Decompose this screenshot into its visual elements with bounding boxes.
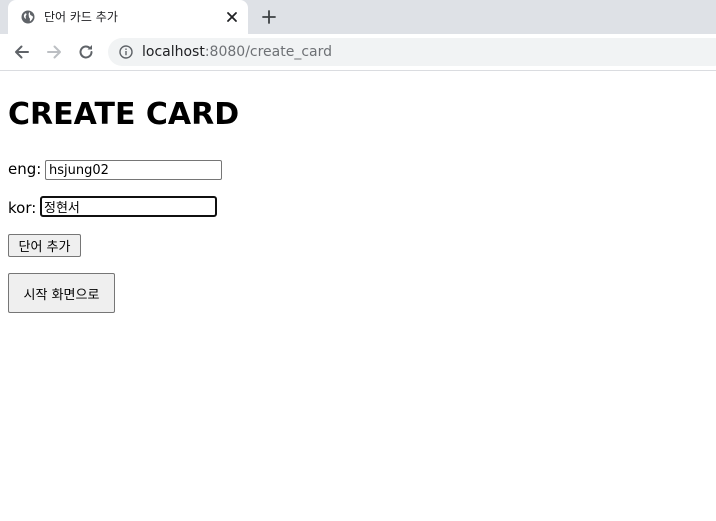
globe-icon [21,10,35,24]
page-content: CREATE CARD eng: kor: 단어 추가 시작 화면으로 [0,71,716,521]
eng-label: eng: [8,160,42,178]
browser-window: 단어 카드 추가 localhost:8080/create_card CREA… [0,0,716,521]
reload-icon[interactable] [76,42,96,62]
kor-input[interactable] [40,196,217,217]
add-word-button[interactable]: 단어 추가 [8,234,81,257]
address-bar[interactable]: localhost:8080/create_card [108,38,716,66]
url-path: :8080/create_card [204,44,333,60]
back-icon[interactable] [12,42,32,62]
close-icon[interactable] [224,9,240,25]
eng-input[interactable] [45,160,222,180]
kor-label: kor: [8,199,37,217]
new-tab-icon[interactable] [261,9,277,25]
tab-strip: 단어 카드 추가 [0,0,716,34]
url-text[interactable]: localhost:8080/create_card [142,43,332,61]
go-home-button[interactable]: 시작 화면으로 [8,273,115,313]
info-icon[interactable] [119,45,133,59]
url-host: localhost [142,44,205,60]
tab-create-card[interactable]: 단어 카드 추가 [8,0,248,34]
page-title: CREATE CARD [8,97,240,132]
tab-title: 단어 카드 추가 [44,10,118,24]
forward-icon[interactable] [44,42,64,62]
browser-toolbar: localhost:8080/create_card [0,34,716,71]
